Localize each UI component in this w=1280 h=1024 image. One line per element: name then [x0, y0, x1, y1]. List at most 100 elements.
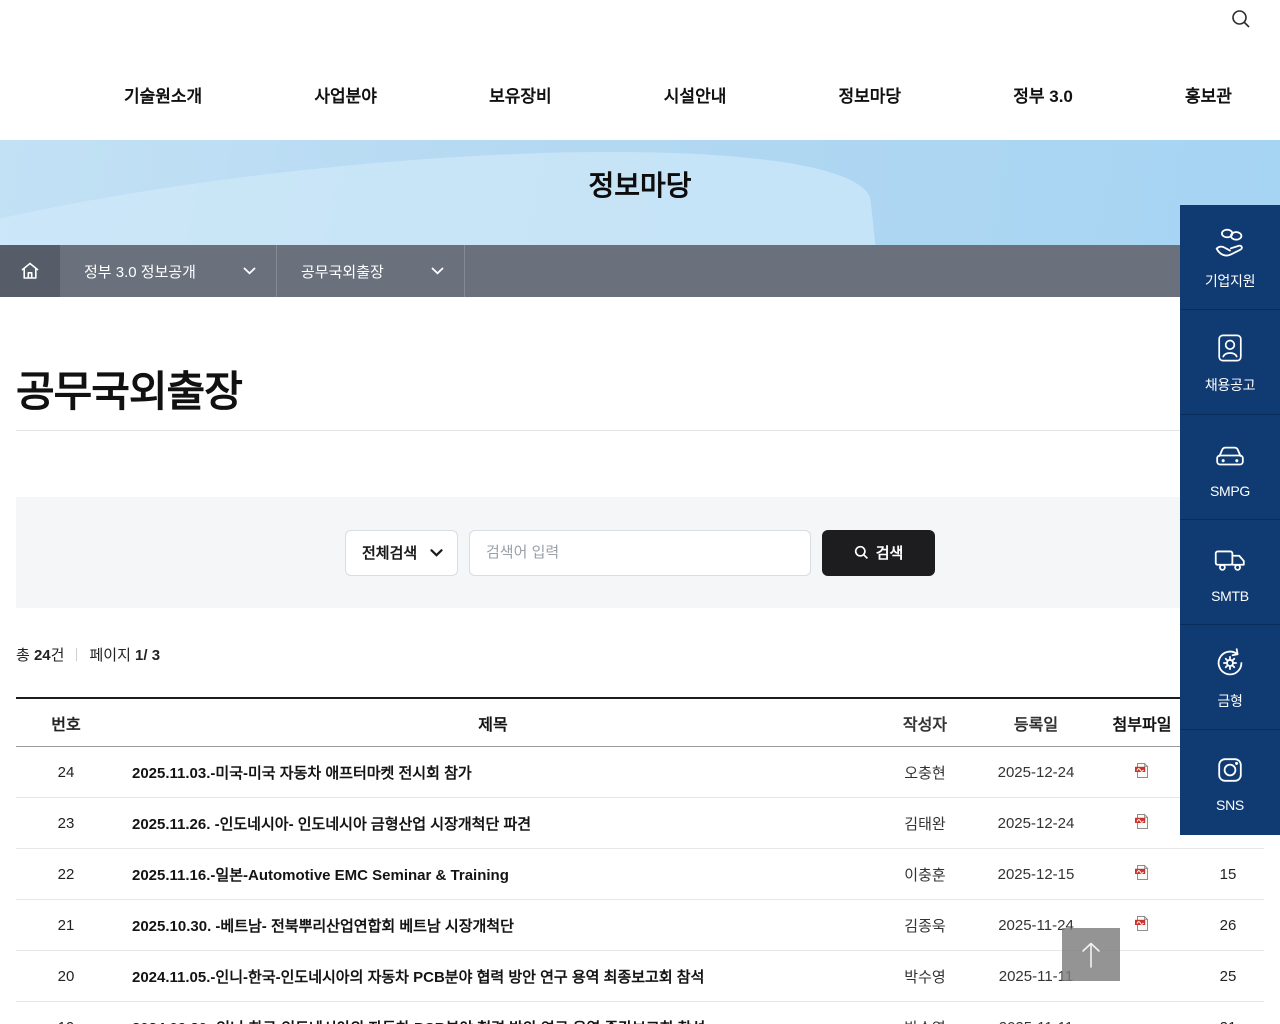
nav-item-business[interactable]: 사업분야 — [308, 78, 383, 111]
sidebar-item-smtb[interactable]: SMTB — [1180, 520, 1280, 625]
table-body: 24 2025.11.03.-미국-미국 자동차 애프터마켓 전시회 참가 오충현 2… — [16, 747, 1264, 1024]
nav-item-gov30[interactable]: 정부 3.0 — [1007, 78, 1079, 111]
home-icon[interactable] — [0, 245, 60, 297]
breadcrumb-menu2-label: 공무국외출장 — [301, 263, 384, 281]
site-header: 기술원소개 사업분야 보유장비 시설안내 정보마당 정부 3.0 홍보관 — [0, 0, 1280, 140]
quick-sidebar: 기업지원 채용공고 SMPG SMTB 금형 SNS — [1180, 205, 1280, 835]
title-divider — [16, 430, 1264, 431]
row-number: 22 — [57, 865, 75, 883]
row-author: 김종욱 — [904, 917, 946, 935]
row-number: 24 — [57, 763, 75, 781]
chevron-down-icon — [243, 267, 256, 275]
support-hand-coins-icon — [1215, 228, 1243, 256]
row-number: 19 — [16, 1019, 116, 1024]
search-input[interactable] — [469, 529, 811, 576]
sidebar-item-recruitment[interactable]: 채용공고 — [1180, 310, 1280, 415]
list-info: 총 24건 페이지 1/ 3 — [16, 644, 160, 665]
row-date: 2025-11-11 — [980, 1019, 1092, 1024]
row-number: 20 — [57, 967, 75, 985]
page-indicator: 페이지 1/ 3 — [89, 647, 161, 664]
banner-title: 정보마당 — [588, 170, 692, 201]
row-author: 박수영 — [904, 968, 946, 986]
sidebar-item-smpg[interactable]: SMPG — [1180, 415, 1280, 520]
page-title: 공무국외출장 — [16, 368, 243, 415]
row-attachment[interactable] — [1092, 762, 1192, 783]
breadcrumb-menu1-dropdown[interactable]: 정부 3.0 정보공개 — [60, 245, 277, 297]
row-date: 2025-12-24 — [997, 763, 1075, 781]
row-number: 23 — [57, 814, 75, 832]
row-views: 26 — [1219, 916, 1237, 934]
scroll-to-top-button[interactable] — [1062, 928, 1120, 981]
sidebar-item-mold[interactable]: 금형 — [1180, 625, 1280, 730]
search-category-value: 전체검색 — [362, 545, 418, 562]
row-author: 오충현 — [904, 764, 946, 782]
row-author: 박수영 — [870, 1017, 980, 1024]
search-category-select[interactable]: 전체검색 — [345, 529, 458, 576]
page-indicator-value: 1/ 3 — [135, 647, 161, 664]
breadcrumb: 정부 3.0 정보공개 공무국외출장 — [0, 245, 1280, 297]
pdf-file-icon[interactable] — [1134, 915, 1150, 932]
sidebar-item-label: 기업지원 — [1204, 272, 1256, 289]
row-author: 이충훈 — [904, 866, 946, 884]
row-attachment[interactable] — [1092, 813, 1192, 834]
col-header-attachment: 첨부파일 — [1112, 716, 1172, 734]
row-date: 2025-12-15 — [997, 865, 1075, 883]
instagram-icon — [1218, 758, 1242, 782]
chevron-down-icon — [430, 548, 443, 557]
pdf-file-icon[interactable] — [1134, 813, 1150, 830]
nav-item-equipment[interactable]: 보유장비 — [483, 78, 558, 111]
table-row: 22 2025.11.16.-일본-Automotive EMC Seminar … — [16, 849, 1264, 900]
info-divider — [76, 648, 78, 661]
total-count-value: 24 — [33, 647, 51, 664]
row-author: 김태완 — [904, 815, 946, 833]
main-nav: 기술원소개 사업분야 보유장비 시설안내 정보마당 정부 3.0 홍보관 — [118, 78, 1238, 111]
table-row: 192024.09.30.-인니-한국-인도네시아의 자동차 PCB분야 협력 … — [16, 1002, 1264, 1024]
pdf-file-icon[interactable] — [1134, 762, 1150, 779]
col-header-title: 제목 — [478, 716, 508, 734]
row-title-link[interactable]: 2025.11.26. -인도네시아- 인도네시아 금형산업 시장개척단 파견 — [116, 813, 870, 834]
page-banner: 정보마당 — [0, 140, 1280, 245]
sidebar-item-sns[interactable]: SNS — [1180, 730, 1280, 835]
chevron-down-icon — [431, 267, 444, 275]
row-title-link[interactable]: 2025.11.03.-미국-미국 자동차 애프터마켓 전시회 참가 — [116, 762, 870, 783]
gear-cycle-icon — [1217, 647, 1243, 675]
row-date: 2025-12-24 — [997, 814, 1075, 832]
row-title-link[interactable]: 2024.11.05.-인니-한국-인도네시아의 자동차 PCB분야 협력 방안… — [116, 966, 870, 987]
row-views: 15 — [1219, 865, 1237, 883]
col-header-author: 작성자 — [902, 716, 948, 734]
row-title-link[interactable]: 2025.11.16.-일본-Automotive EMC Seminar & … — [116, 864, 870, 885]
search-button[interactable]: 검색 — [822, 529, 935, 576]
board-search-panel: 전체검색 검색 — [16, 497, 1264, 608]
sidebar-item-label: 채용공고 — [1204, 376, 1256, 393]
nav-item-facility[interactable]: 시설안내 — [658, 78, 733, 111]
total-count-text: 총 24건 — [16, 647, 65, 664]
row-title-link[interactable]: 2024.09.30.-인니-한국-인도네시아의 자동차 PCB분야 협력 방안… — [116, 1017, 870, 1024]
col-header-number: 번호 — [51, 716, 81, 734]
row-title-link[interactable]: 2025.10.30. -베트남- 전북뿌리산업연합회 베트남 시장개척단 — [116, 915, 870, 936]
truck-icon — [1214, 550, 1245, 571]
table-header-row: 번호 제목 작성자 등록일 첨부파일 — [16, 699, 1264, 747]
breadcrumb-menu2-dropdown[interactable]: 공무국외출장 — [277, 245, 465, 297]
car-icon — [1216, 446, 1244, 465]
search-icon — [854, 545, 868, 560]
sidebar-item-label: SNS — [1216, 797, 1244, 813]
search-icon[interactable] — [1230, 8, 1252, 30]
recruit-id-card-icon — [1218, 334, 1242, 361]
row-views: 25 — [1219, 967, 1237, 985]
sidebar-item-label: 금형 — [1217, 692, 1243, 709]
row-attachment[interactable] — [1092, 864, 1192, 885]
nav-item-info[interactable]: 정보마당 — [833, 78, 908, 111]
nav-item-pr[interactable]: 홍보관 — [1179, 78, 1238, 111]
nav-item-about[interactable]: 기술원소개 — [118, 78, 208, 111]
sidebar-item-label: SMTB — [1211, 587, 1249, 604]
col-header-date: 등록일 — [1013, 716, 1059, 734]
table-row: 23 2025.11.26. -인도네시아- 인도네시아 금형산업 시장개척단 파… — [16, 798, 1264, 849]
table-row: 24 2025.11.03.-미국-미국 자동차 애프터마켓 전시회 참가 오충현 2… — [16, 747, 1264, 798]
breadcrumb-menu1-label: 정부 3.0 정보공개 — [84, 263, 196, 281]
sidebar-item-label: SMPG — [1209, 482, 1251, 499]
row-views: 21 — [1192, 1019, 1264, 1024]
pdf-file-icon[interactable] — [1134, 864, 1150, 881]
sidebar-item-business-support[interactable]: 기업지원 — [1180, 205, 1280, 310]
arrow-up-icon — [1082, 942, 1100, 968]
search-button-label: 검색 — [875, 545, 904, 562]
